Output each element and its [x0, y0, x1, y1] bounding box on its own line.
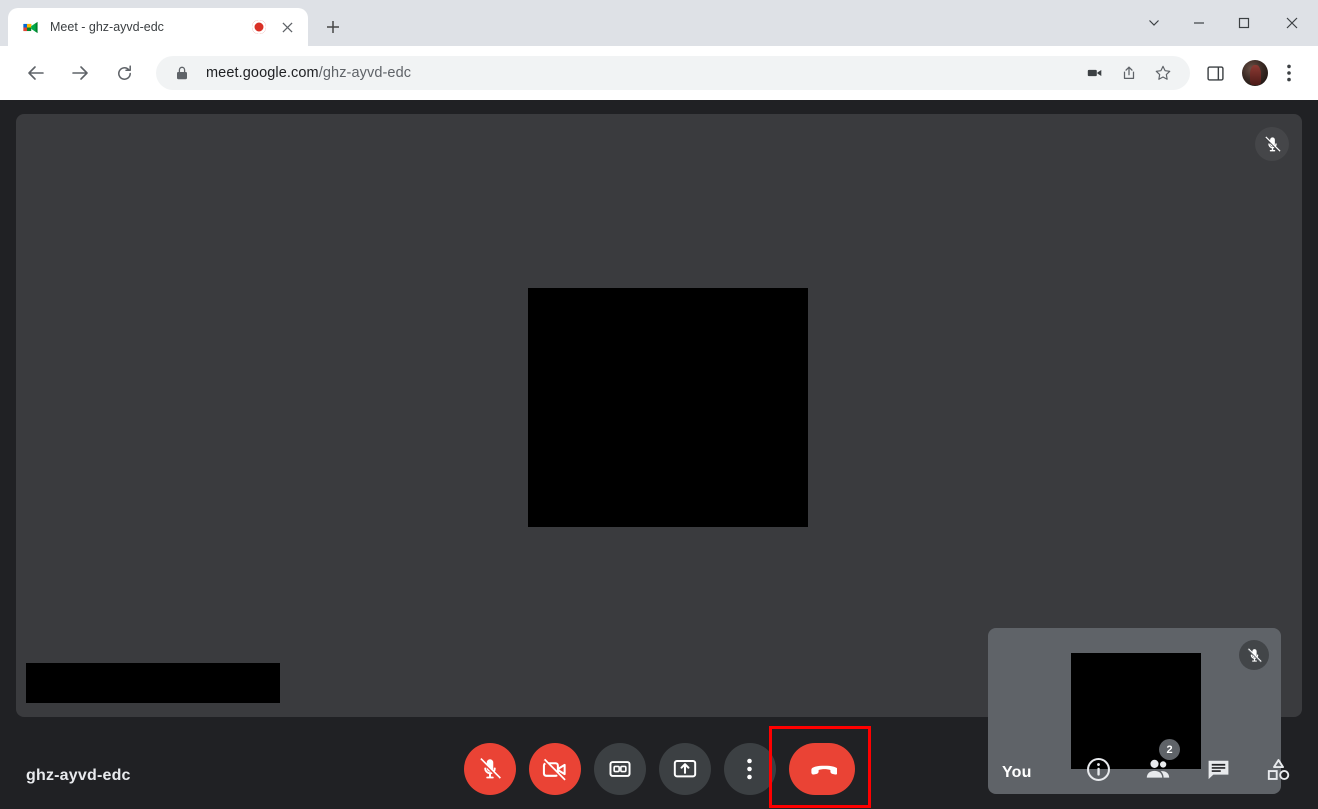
microphone-toggle-button[interactable] [463, 743, 516, 795]
browser-menu-icon[interactable] [1274, 58, 1304, 88]
redacted-participant-name [26, 663, 280, 703]
camera-toggle-button[interactable] [528, 743, 581, 795]
chat-with-everyone-button[interactable] [1202, 753, 1234, 785]
show-everyone-button[interactable]: 2 [1142, 739, 1180, 785]
meeting-details-button[interactable] [1082, 753, 1114, 785]
tab-title: Meet - ghz-ayvd-edc [50, 20, 164, 34]
main-video-tile[interactable] [16, 114, 1302, 717]
redacted-participant-avatar [528, 288, 808, 527]
browser-tab[interactable]: Meet - ghz-ayvd-edc [8, 8, 308, 46]
google-meet-favicon [22, 19, 39, 36]
address-bar[interactable]: meet.google.com/ghz-ayvd-edc [156, 56, 1190, 90]
url-path: /ghz-ayvd-edc [318, 65, 412, 81]
omnibox-actions [1076, 58, 1178, 88]
meet-right-controls: 2 [1082, 739, 1294, 785]
share-icon[interactable] [1114, 58, 1144, 88]
browser-toolbar: meet.google.com/ghz-ayvd-edc [0, 46, 1318, 100]
browser-window: Meet - ghz-ayvd-edc meet.google.com/ghz-… [0, 0, 1318, 809]
participant-count-badge: 2 [1159, 739, 1180, 760]
google-meet-app: You ghz-ayvd-edc 2 [0, 100, 1318, 809]
forward-button[interactable] [63, 56, 97, 90]
video-camera-permission-icon[interactable] [1080, 58, 1110, 88]
url-text: meet.google.com/ghz-ayvd-edc [206, 65, 411, 81]
tab-close-icon[interactable] [276, 16, 298, 38]
recording-indicator-icon [252, 20, 266, 34]
profile-avatar[interactable] [1242, 60, 1268, 86]
captions-toggle-button[interactable] [593, 743, 646, 795]
window-close-icon[interactable] [1266, 3, 1318, 43]
more-options-button[interactable] [723, 743, 776, 795]
self-mic-off-icon [1239, 640, 1269, 670]
mic-off-icon [1255, 127, 1289, 161]
bookmark-star-icon[interactable] [1148, 58, 1178, 88]
leave-call-button[interactable] [788, 743, 855, 795]
url-domain: meet.google.com [206, 65, 319, 81]
window-controls [1131, 0, 1318, 46]
tab-search-chevron-down-icon[interactable] [1131, 3, 1176, 43]
activities-button[interactable] [1262, 753, 1294, 785]
maximize-icon[interactable] [1221, 3, 1266, 43]
meet-bottom-bar: ghz-ayvd-edc 2 [0, 717, 1318, 809]
present-screen-button[interactable] [658, 743, 711, 795]
tab-strip: Meet - ghz-ayvd-edc [0, 0, 1318, 46]
new-tab-button[interactable] [322, 16, 344, 38]
back-button[interactable] [19, 56, 53, 90]
leave-call-wrapper [768, 726, 871, 808]
minimize-icon[interactable] [1176, 3, 1221, 43]
reload-button[interactable] [107, 56, 141, 90]
side-panel-icon[interactable] [1199, 57, 1231, 89]
lock-icon [174, 66, 190, 80]
